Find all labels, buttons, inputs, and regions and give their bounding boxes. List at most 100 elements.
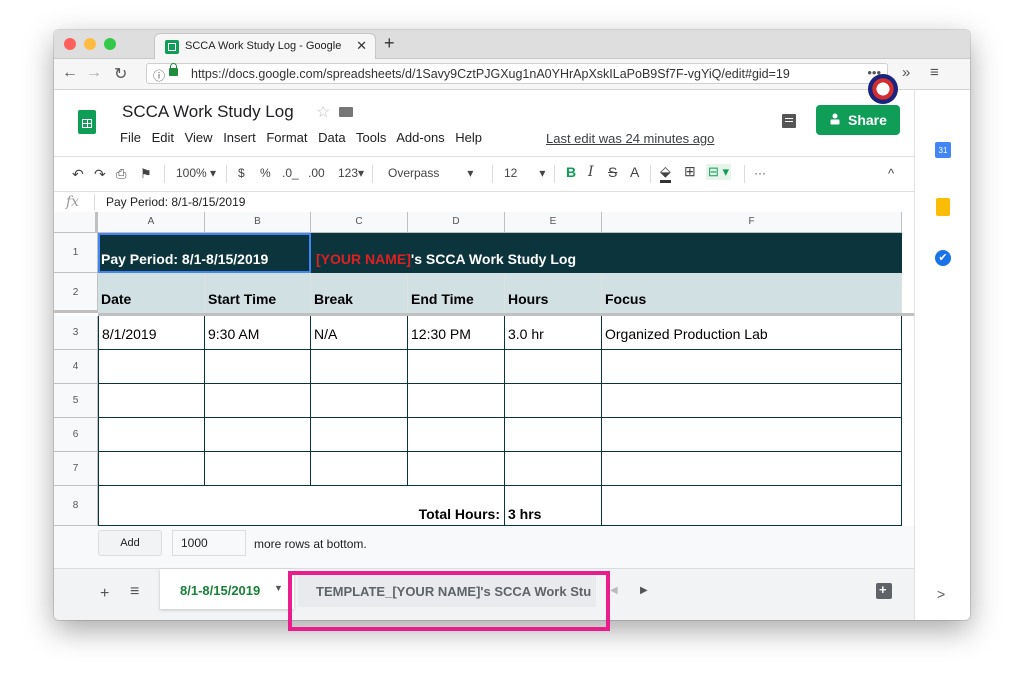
empty-cell[interactable] [205,350,311,384]
row-header-8[interactable]: 8 [54,486,98,526]
empty-cell[interactable] [98,452,205,486]
new-tab-button[interactable]: + [384,33,395,54]
undo-icon[interactable]: ↶ [72,166,84,183]
chevron-down-icon[interactable]: ▼ [274,583,283,593]
empty-cell[interactable] [205,418,311,452]
scroll-tabs-right-icon[interactable]: ▶ [640,585,648,596]
menu-edit[interactable]: Edit [152,130,174,145]
menu-view[interactable]: View [185,130,213,145]
text-color-button[interactable]: A [630,164,639,180]
expand-panel-icon[interactable]: > [937,586,945,602]
empty-cell[interactable] [505,350,602,384]
avatar[interactable] [868,74,898,104]
empty-cell[interactable] [408,384,505,418]
header-start-time[interactable]: Start Time [205,273,311,313]
header-end-time[interactable]: End Time [408,273,505,313]
formula-input[interactable]: Pay Period: 8/1-8/15/2019 [106,195,245,209]
cell-c1-log-title[interactable]: [YOUR NAME]'s SCCA Work Study Log [313,233,713,273]
menu-insert[interactable]: Insert [223,130,256,145]
tab-close-icon[interactable]: ✕ [356,38,367,54]
cell-d3[interactable]: 12:30 PM [408,316,505,350]
calendar-icon[interactable]: 31 [935,142,951,158]
empty-cell[interactable] [311,350,408,384]
menu-format[interactable]: Format [266,130,307,145]
collapse-menus-icon[interactable]: ^ [888,166,894,181]
keep-icon[interactable] [936,198,950,216]
zoom-select[interactable]: 100% ▾ [176,166,216,180]
menu-file[interactable]: File [120,130,141,145]
explore-icon[interactable] [876,582,892,599]
column-header-e[interactable]: E [505,212,602,233]
cell-a1-pay-period[interactable]: Pay Period: 8/1-8/15/2019 [98,233,311,273]
empty-cell[interactable] [205,452,311,486]
extensions-overflow-icon[interactable]: » [902,64,910,81]
redo-icon[interactable]: ↷ [94,166,106,183]
empty-cell[interactable] [408,418,505,452]
back-arrow-icon[interactable]: ← [62,64,78,82]
increase-decimal-button[interactable]: .00 [308,166,325,180]
url-input[interactable]: ⓘ https://docs.google.com/spreadsheets/d… [146,63,888,84]
column-header-a[interactable]: A [98,212,205,233]
forward-arrow-icon[interactable]: → [86,64,102,82]
strikethrough-button[interactable]: S [608,164,617,180]
empty-cell[interactable] [602,452,902,486]
empty-cell[interactable] [98,350,205,384]
bold-button[interactable]: B [566,164,576,180]
close-window-button[interactable] [64,38,76,50]
sheet-tab-active[interactable]: 8/1-8/15/2019 ▼ [160,569,294,609]
empty-cell[interactable] [408,452,505,486]
font-select[interactable]: Overpass ▾ [388,166,473,180]
all-sheets-icon[interactable]: ≡ [130,583,139,601]
cell-a3[interactable]: 8/1/2019 [98,316,205,350]
star-icon[interactable]: ☆ [316,102,330,122]
menu-addons[interactable]: Add-ons [396,130,444,145]
empty-cell[interactable] [311,452,408,486]
info-icon[interactable]: ⓘ [153,67,165,84]
zoom-window-button[interactable] [104,38,116,50]
fill-color-icon[interactable]: ⬙ [660,163,671,183]
menu-help[interactable]: Help [455,130,482,145]
select-all-corner[interactable] [54,212,98,233]
header-focus[interactable]: Focus [602,273,902,313]
add-rows-count-input[interactable]: 1000 [172,530,246,556]
cell-e3[interactable]: 3.0 hr [505,316,602,350]
empty-cell[interactable] [311,418,408,452]
merge-cells-icon[interactable]: ⊟ ▾ [706,164,732,180]
total-hours-label[interactable]: Total Hours: [98,486,505,526]
empty-cell[interactable] [602,384,902,418]
percent-button[interactable]: % [260,166,271,180]
decrease-decimal-button[interactable]: .0_ [282,166,299,180]
header-break[interactable]: Break [311,273,408,313]
browser-menu-icon[interactable]: ≡ [930,64,939,81]
empty-cell[interactable] [505,384,602,418]
empty-cell[interactable] [602,350,902,384]
row-header-3[interactable]: 3 [54,316,98,350]
add-sheet-icon[interactable]: + [100,585,109,603]
empty-cell[interactable] [98,418,205,452]
menu-data[interactable]: Data [318,130,345,145]
italic-button[interactable]: I [588,164,594,180]
empty-cell[interactable] [98,384,205,418]
more-formats-select[interactable]: 123▾ [338,166,364,180]
column-header-b[interactable]: B [205,212,311,233]
last-edit-link[interactable]: Last edit was 24 minutes ago [546,131,714,146]
document-title[interactable]: SCCA Work Study Log [122,102,294,122]
cell-f3[interactable]: Organized Production Lab [602,316,902,350]
empty-cell[interactable] [505,418,602,452]
tasks-icon[interactable]: ✔ [935,250,951,266]
share-button[interactable]: Share [816,105,900,135]
browser-tab[interactable]: SCCA Work Study Log - Google ✕ [154,33,376,59]
cell-b3[interactable]: 9:30 AM [205,316,311,350]
row-header-4[interactable]: 4 [54,350,98,384]
minimize-window-button[interactable] [84,38,96,50]
empty-cell[interactable] [311,384,408,418]
empty-cell[interactable] [408,350,505,384]
total-hours-value[interactable]: 3 hrs [505,486,602,526]
row-header-6[interactable]: 6 [54,418,98,452]
add-rows-button[interactable]: Add [98,530,162,556]
empty-cell[interactable] [602,486,902,526]
folder-icon[interactable] [339,107,353,117]
scroll-tabs-left-icon[interactable]: ◀ [610,585,618,596]
print-icon[interactable]: ⎙ [116,166,126,182]
menu-tools[interactable]: Tools [356,130,386,145]
